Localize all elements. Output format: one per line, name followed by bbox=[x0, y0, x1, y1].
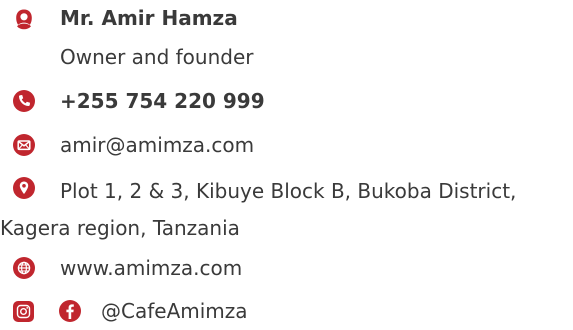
facebook-icon[interactable] bbox=[59, 300, 81, 322]
contact-card: Mr. Amir Hamza Owner and founder +255 75… bbox=[0, 0, 573, 330]
address-text: Plot 1, 2 & 3, Kibuye Block B, Bukoba Di… bbox=[0, 179, 517, 240]
social-handle[interactable]: @CafeAmimza bbox=[101, 296, 248, 326]
address-row: Plot 1, 2 & 3, Kibuye Block B, Bukoba Di… bbox=[0, 173, 573, 243]
person-role: Owner and founder bbox=[60, 45, 254, 69]
phone-number[interactable]: +255 754 220 999 bbox=[60, 86, 265, 116]
phone-icon bbox=[13, 90, 35, 112]
person-name: Mr. Amir Hamza bbox=[60, 6, 238, 30]
person-icon bbox=[13, 8, 35, 30]
website-url[interactable]: www.amimza.com bbox=[60, 253, 242, 283]
instagram-icon[interactable] bbox=[13, 301, 34, 322]
envelope-icon bbox=[13, 134, 35, 156]
email-address[interactable]: amir@amimza.com bbox=[60, 130, 254, 160]
globe-icon bbox=[13, 257, 35, 279]
